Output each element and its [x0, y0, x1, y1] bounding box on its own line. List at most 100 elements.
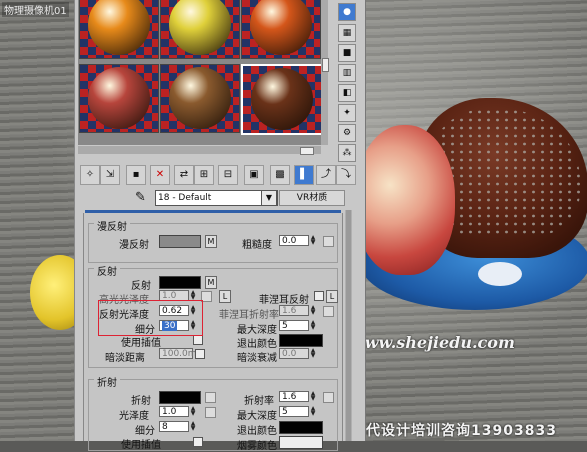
slots-vscroll-thumb[interactable]: [322, 58, 329, 72]
spinner-arrows-icon[interactable]: ▲ ▼: [190, 406, 196, 417]
slot-sphere: [251, 68, 313, 130]
use-interp-label: 使用插值: [121, 338, 161, 349]
chevron-down-icon[interactable]: ▼: [261, 190, 277, 206]
ior-label: 折射率: [244, 396, 274, 407]
spinner-arrows-icon[interactable]: ▲ ▼: [310, 320, 316, 331]
spinner-arrows-icon[interactable]: ▲ ▼: [190, 421, 196, 432]
material-editor: ● ▦ ■ ▥ ◧ ✦ ⚙ ⁂ ✧ ⇲ ▪ ✕ ⇄ ⊞ ⊟ ▣ ▩ ▌ ⤴ ⤵ …: [74, 0, 366, 452]
fresnel-label: 菲涅耳反射: [259, 295, 309, 306]
use-interp-checkbox[interactable]: [193, 335, 203, 345]
slot-sphere: [169, 67, 231, 129]
watermark-url: www.shejiedu.com: [351, 333, 515, 352]
diffuse-label: 漫反射: [119, 240, 149, 251]
video-check-icon[interactable]: ◧: [338, 84, 356, 102]
fresnel-checkbox[interactable]: [314, 291, 324, 301]
diffuse-map-button[interactable]: M: [205, 235, 217, 248]
parameters-scrollbar[interactable]: [345, 210, 352, 441]
reflect-max-depth-spinner[interactable]: 5: [279, 320, 309, 331]
refract-exit-color-label: 退出颜色: [237, 426, 277, 437]
spinner-arrows-icon[interactable]: ▲ ▼: [310, 406, 316, 417]
watermark-phone: 代设计培训咨询13903833: [366, 423, 557, 439]
spinner-arrows-icon[interactable]: ▲ ▼: [310, 391, 316, 402]
make-unique-icon[interactable]: ⊞: [194, 165, 214, 185]
ior-map-button[interactable]: [323, 392, 334, 403]
sample-slot-6[interactable]: [241, 64, 323, 135]
reflect-color-swatch[interactable]: [159, 276, 201, 289]
refract-group: 折射 折射 折射率 1.6 ▲ ▼ 光泽度 1.0 ▲ ▼ 最大深度 5 ▲ ▼ 细分…: [88, 374, 338, 452]
fog-color-swatch[interactable]: [279, 436, 323, 449]
highlight-annotation-box: [98, 300, 203, 336]
select-by-material-icon[interactable]: ⁂: [338, 144, 356, 162]
make-copy-icon[interactable]: ⇄: [174, 165, 194, 185]
sample-type-icon[interactable]: ●: [338, 3, 356, 21]
refract-map-button[interactable]: [205, 392, 216, 403]
reset-map-icon[interactable]: ✕: [150, 165, 170, 185]
spinner-arrows-icon[interactable]: ▲ ▼: [310, 305, 316, 316]
go-forward-sibling-icon[interactable]: ⤵: [336, 165, 356, 185]
refract-color-swatch[interactable]: [159, 391, 201, 404]
refract-use-interp-label: 使用插值: [121, 440, 161, 451]
dim-falloff-spinner[interactable]: 0.0: [279, 348, 309, 359]
spinner-arrows-icon[interactable]: ▲ ▼: [310, 348, 316, 359]
show-map-icon[interactable]: ▩: [270, 165, 290, 185]
refract-subdivs-spinner[interactable]: 8: [159, 421, 189, 432]
make-preview-icon[interactable]: ✦: [338, 104, 356, 122]
refract-exit-color-swatch[interactable]: [279, 421, 323, 434]
side-toolbar: ● ▦ ■ ▥ ◧ ✦ ⚙ ⁂: [333, 0, 363, 162]
fresnel-lock-button[interactable]: L: [326, 290, 338, 303]
sample-slot-3[interactable]: [241, 0, 321, 59]
refract-max-depth-label: 最大深度: [237, 411, 277, 422]
eyedropper-icon[interactable]: ✎: [135, 190, 146, 205]
plate-logo: [478, 262, 522, 286]
slot-sphere: [169, 0, 231, 55]
reflect-max-depth-label: 最大深度: [237, 325, 277, 336]
slots-vertical-scrollbar[interactable]: [321, 0, 329, 145]
slots-hscroll-thumb[interactable]: [300, 147, 314, 155]
backlight-icon[interactable]: ▦: [338, 24, 356, 42]
parameters-scroll-thumb[interactable]: [346, 210, 351, 441]
dim-distance-checkbox[interactable]: [195, 349, 205, 359]
fresnel-ior-spinner[interactable]: 1.6: [279, 305, 309, 316]
refract-gloss-label: 光泽度: [119, 411, 149, 422]
background-icon[interactable]: ■: [338, 44, 356, 62]
sample-slot-5[interactable]: [160, 64, 240, 133]
fresnel-ior-map-button[interactable]: [323, 306, 334, 317]
dim-falloff-label: 暗淡衰减: [237, 353, 277, 364]
exit-color-swatch[interactable]: [279, 334, 323, 347]
slot-sphere: [250, 0, 312, 55]
material-name-field[interactable]: 18 - Default: [155, 190, 278, 206]
diffuse-color-swatch[interactable]: [159, 235, 201, 248]
material-id-icon[interactable]: ▣: [244, 165, 264, 185]
exit-color-label: 退出颜色: [237, 339, 277, 350]
ior-spinner[interactable]: 1.6: [279, 391, 309, 402]
reflect-label: 反射: [131, 281, 151, 292]
uv-tiling-icon[interactable]: ▥: [338, 64, 356, 82]
assign-to-selection-icon[interactable]: ▪: [126, 165, 146, 185]
reflect-map-button[interactable]: M: [205, 276, 217, 289]
material-type-button[interactable]: VR材质: [279, 190, 345, 206]
sample-slot-2[interactable]: [160, 0, 240, 59]
roughness-map-button[interactable]: [323, 236, 334, 247]
sample-slot-4[interactable]: [79, 64, 159, 133]
get-material-icon[interactable]: ✧: [80, 165, 100, 185]
material-name-bar: ✎ 18 - Default ▼ VR材质: [75, 188, 365, 208]
refract-max-depth-spinner[interactable]: 5: [279, 406, 309, 417]
go-to-parent-icon[interactable]: ⤴: [316, 165, 336, 185]
slots-horizontal-scrollbar[interactable]: [78, 146, 321, 155]
refract-use-interp-checkbox[interactable]: [193, 437, 203, 447]
options-icon[interactable]: ⚙: [338, 124, 356, 142]
hilight-lock-button[interactable]: L: [219, 290, 231, 303]
show-end-result-icon[interactable]: ▌: [294, 165, 314, 185]
put-to-scene-icon[interactable]: ⇲: [100, 165, 120, 185]
refract-gloss-map-button[interactable]: [205, 407, 216, 418]
dim-distance-spinner[interactable]: 100.0m: [159, 348, 197, 359]
sample-slots: [78, 0, 323, 145]
spinner-arrows-icon[interactable]: ▲ ▼: [310, 235, 316, 246]
refract-label: 折射: [131, 396, 151, 407]
sample-slot-1[interactable]: [79, 0, 159, 59]
slot-sphere: [88, 0, 150, 55]
viewport-label[interactable]: 物理摄像机01: [2, 2, 69, 17]
roughness-spinner[interactable]: 0.0: [279, 235, 309, 246]
put-to-library-icon[interactable]: ⊟: [218, 165, 238, 185]
refract-gloss-spinner[interactable]: 1.0: [159, 406, 189, 417]
